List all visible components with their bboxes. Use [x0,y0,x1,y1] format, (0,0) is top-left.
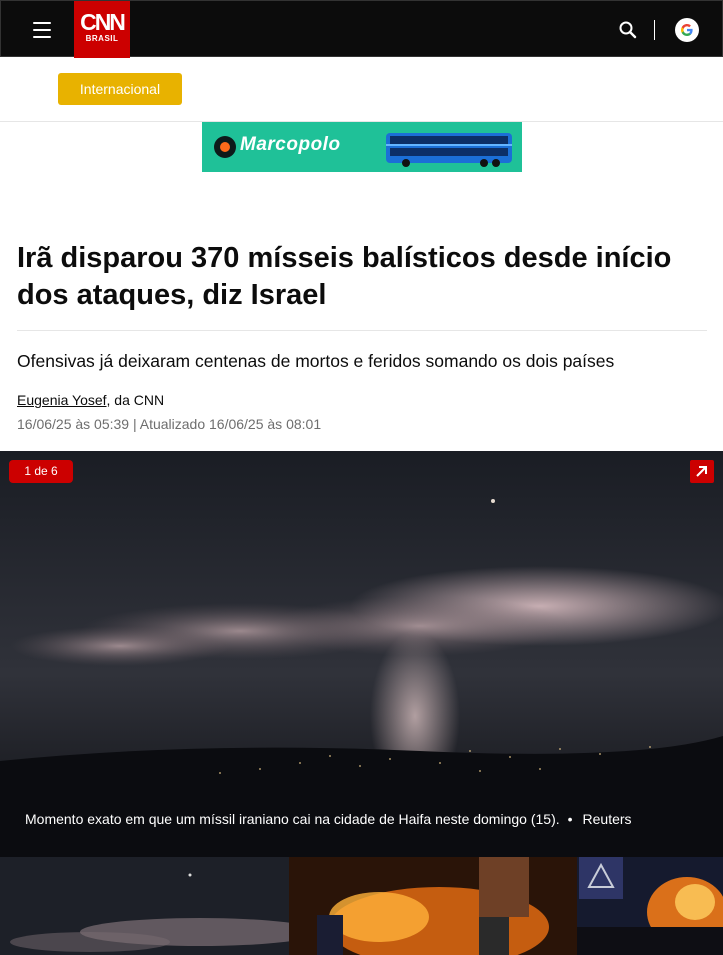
expand-icon[interactable] [690,460,714,483]
article-subheadline: Ofensivas já deixaram centenas de mortos… [17,351,615,371]
bus-image [386,133,512,167]
author-link[interactable]: Eugenia Yosef [17,392,107,408]
gallery-counter-badge: 1 de 6 [9,460,73,483]
logo-text: CNN [80,9,126,35]
caption-separator: • [567,811,573,827]
ad-brand-text: Marcopolo [240,134,341,155]
marcopolo-logo-icon [214,136,236,158]
gallery-thumbnails [0,857,723,955]
publish-timestamp: 16/06/25 às 05:39 | Atualizado 16/06/25 … [17,416,322,432]
photo-caption: Momento exato em que um míssil iraniano … [25,810,715,828]
gallery-main-photo [0,451,723,857]
thumbnail-2[interactable] [289,857,577,955]
section-bar: Internacional [0,57,723,122]
article-headline: Irã disparou 370 mísseis balísticos desd… [17,242,672,311]
header-divider [654,20,655,40]
search-icon[interactable] [616,18,640,42]
photo-gallery[interactable]: 1 de 6 Momento exato em que um míssil ir… [0,451,723,857]
hamburger-menu-icon[interactable] [23,19,61,41]
headline-divider [17,330,707,331]
author-affiliation: , da CNN [106,392,165,408]
caption-text: Momento exato em que um míssil iraniano … [25,811,560,827]
cnn-brasil-logo[interactable]: CNN BRASIL [74,1,130,58]
top-navigation-bar: CNN BRASIL [0,0,723,58]
byline: Eugenia Yosef, da CNN [17,391,164,409]
google-icon[interactable] [675,18,699,42]
thumbnail-1[interactable] [0,857,289,955]
thumbnail-3[interactable] [577,857,723,955]
photo-credit: Reuters [582,811,632,827]
section-tag-internacional[interactable]: Internacional [58,73,182,105]
